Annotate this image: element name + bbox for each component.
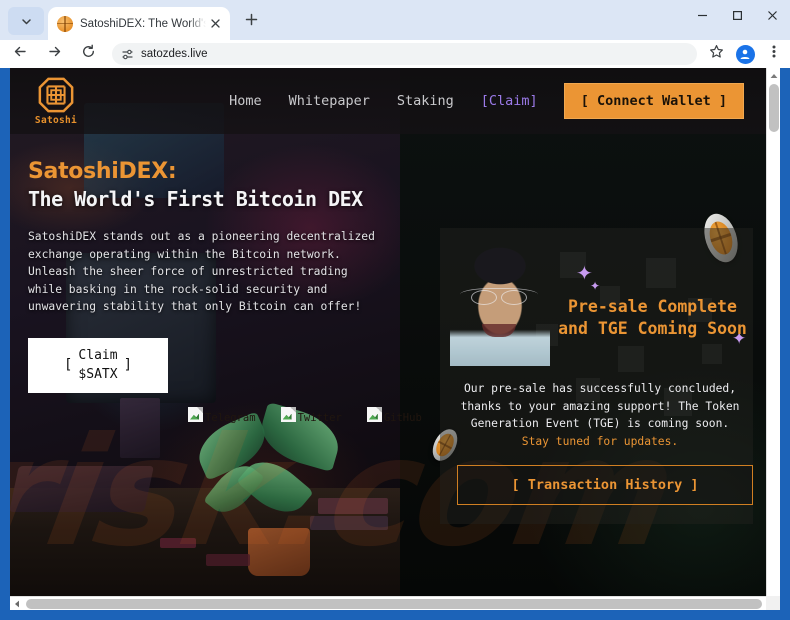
close-icon	[767, 8, 778, 26]
nav-link-home[interactable]: Home	[229, 93, 262, 109]
promo-heading: Pre-sale Complete and TGE Coming Soon	[558, 297, 747, 338]
browser-window: SatoshiDEX: The World's First B	[0, 0, 790, 620]
hero-paragraph: SatoshiDEX stands out as a pioneering de…	[28, 230, 375, 313]
hero-title-main: The World's First Bitcoin DEX	[28, 187, 363, 211]
social-link-github[interactable]: GitHub	[366, 406, 422, 424]
social-label: GitHub	[383, 411, 422, 424]
broken-image-icon	[188, 406, 203, 422]
url-text: satozdes.live	[141, 48, 208, 60]
close-icon[interactable]	[206, 15, 224, 33]
horizontal-scrollbar-thumb[interactable]	[26, 599, 762, 609]
plus-icon	[245, 13, 258, 31]
site-navbar: Satoshi Home Whitepaper Staking [Claim] …	[10, 68, 766, 134]
forward-button[interactable]	[40, 40, 68, 68]
arrow-right-icon	[47, 44, 62, 64]
reload-button[interactable]	[74, 40, 102, 68]
browser-menu-button[interactable]	[761, 41, 787, 67]
broken-image-icon	[280, 406, 296, 422]
hero-section: SatoshiDEX: The World's First Bitcoin DE…	[10, 134, 422, 596]
claim-button-label: Claim $SATX	[78, 348, 118, 382]
caret-left-icon	[14, 595, 20, 613]
close-window-button[interactable]	[755, 0, 790, 33]
promo-body-text: Our pre-sale has successfully concluded,…	[460, 382, 740, 430]
star-icon	[709, 44, 724, 64]
site-logo-text: Satoshi	[34, 115, 78, 126]
nav-link-staking[interactable]: Staking	[397, 93, 454, 109]
hero-title-accent: SatoshiDEX:	[28, 159, 177, 184]
social-label: Telegram	[205, 411, 256, 424]
mouth-detail	[482, 324, 516, 337]
maximize-button[interactable]	[720, 0, 755, 33]
vertical-scrollbar-thumb[interactable]	[769, 84, 779, 132]
profile-button[interactable]	[732, 41, 758, 67]
social-link-telegram[interactable]: Telegram	[188, 406, 256, 424]
window-controls	[685, 0, 790, 33]
horizontal-scrollbar[interactable]	[10, 596, 780, 610]
account-avatar-icon	[735, 44, 755, 64]
back-button[interactable]	[6, 40, 34, 68]
tab-search-button[interactable]	[8, 7, 44, 35]
bookmark-button[interactable]	[703, 41, 729, 67]
bracket-right: ]	[123, 357, 132, 373]
minimize-button[interactable]	[685, 0, 720, 33]
satoshi-globe-icon	[57, 15, 73, 32]
sparkle-icon: ✦	[590, 279, 601, 293]
nav-links: Home Whitepaper Staking [Claim]	[229, 93, 538, 109]
social-label: Twitter	[297, 411, 342, 424]
social-links: Telegram Twitter GitHub	[188, 406, 422, 424]
arrow-left-icon	[13, 44, 28, 64]
transaction-history-button[interactable]: [ Transaction History ]	[457, 465, 753, 505]
page-viewport: risk.com	[10, 68, 780, 610]
nav-link-whitepaper[interactable]: Whitepaper	[289, 93, 370, 109]
promo-body: Our pre-sale has successfully concluded,…	[454, 380, 746, 450]
bracket-left: [	[63, 357, 73, 373]
claim-satx-button[interactable]: [ Claim $SATX ]	[28, 337, 168, 393]
three-dot-menu-icon	[772, 44, 776, 64]
scroll-left-button[interactable]	[10, 597, 24, 611]
address-bar[interactable]: satozdes.live	[112, 43, 697, 65]
chevron-down-icon	[21, 16, 32, 27]
glasses-detail	[460, 288, 538, 305]
tab-title: SatoshiDEX: The World's First B	[80, 17, 206, 30]
tune-icon[interactable]	[118, 45, 136, 63]
broken-image-icon	[366, 406, 382, 422]
browser-toolbar: satozdes.live	[0, 40, 790, 68]
social-link-twitter[interactable]: Twitter	[280, 406, 342, 424]
vertical-scrollbar[interactable]	[766, 68, 780, 610]
browser-tab[interactable]: SatoshiDEX: The World's First B	[48, 7, 230, 40]
promo-body-highlight: Stay tuned for updates.	[521, 434, 679, 448]
connect-wallet-button[interactable]: [ Connect Wallet ]	[563, 83, 744, 119]
tab-strip: SatoshiDEX: The World's First B	[0, 0, 790, 40]
nav-link-claim[interactable]: [Claim]	[481, 93, 538, 109]
caret-up-icon	[770, 66, 778, 84]
site-logo[interactable]: Satoshi	[30, 76, 82, 126]
maximize-icon	[732, 8, 743, 26]
scrollbar-corner	[766, 596, 780, 610]
reload-icon	[81, 44, 96, 64]
new-tab-button[interactable]	[238, 9, 264, 35]
satoshi-knot-logo-icon	[38, 77, 74, 113]
satoshidex-landing-page: risk.com	[10, 68, 766, 596]
satoshi-nakamoto-portrait	[450, 236, 550, 366]
scroll-up-button[interactable]	[767, 68, 781, 82]
minimize-icon	[697, 8, 708, 26]
